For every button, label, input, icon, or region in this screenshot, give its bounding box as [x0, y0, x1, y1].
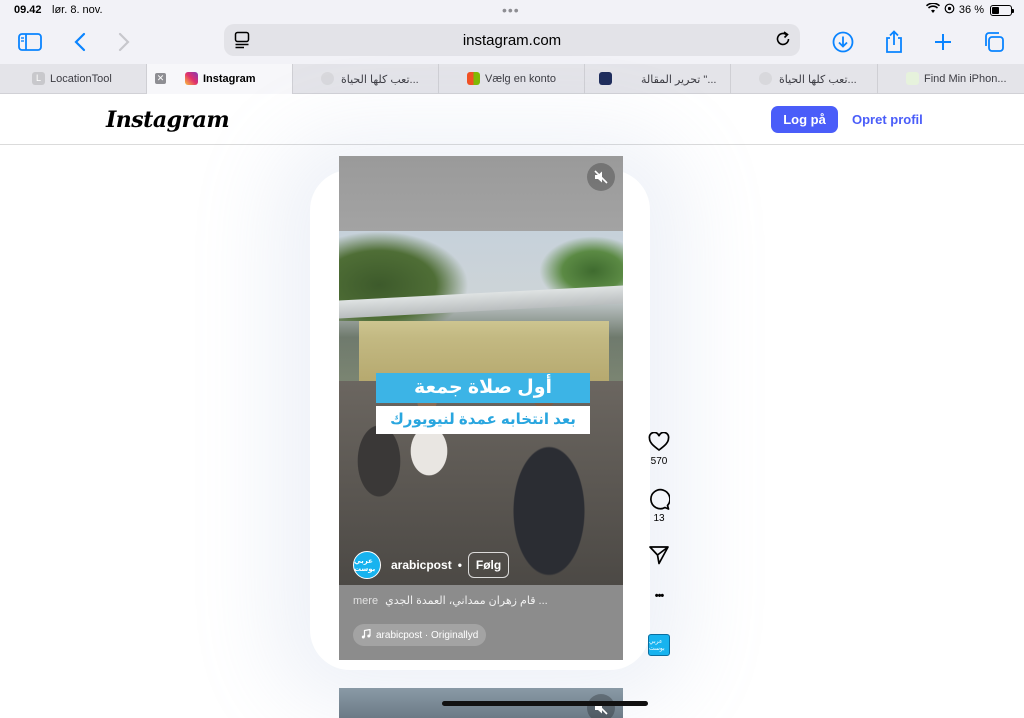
- find-my-favicon: [906, 72, 919, 85]
- audio-pill[interactable]: arabicpost · Originallyd: [353, 624, 487, 646]
- mute-icon[interactable]: [587, 163, 615, 191]
- status-bar: 09.42 lør. 8. nov. ••• 36 %: [0, 0, 1024, 20]
- post-caption[interactable]: mere قام زهران ممداني، العمدة الجدي ...: [353, 594, 613, 607]
- reel-post[interactable]: أول صلاة جمعة لممداني بعد انتخابه عمدة ل…: [339, 156, 623, 660]
- status-right: 36 %: [925, 2, 1014, 17]
- editor-favicon: [599, 72, 612, 85]
- site-favicon: [321, 72, 334, 85]
- author-separator: •: [457, 558, 462, 572]
- post-author: عربي بوست arabicpost • Følg: [353, 551, 510, 579]
- forward-icon[interactable]: [110, 28, 138, 56]
- send-icon[interactable]: [644, 544, 674, 566]
- tab-label: تعب كلها الحياة...: [779, 74, 857, 86]
- comment-icon[interactable]: [644, 488, 674, 510]
- tab-label: تحرير المقالة "...: [641, 74, 717, 86]
- tab-bar: L LocationTool ✕ Instagram تعب كلها الحي…: [0, 64, 1024, 94]
- sidebar-icon[interactable]: [16, 28, 44, 56]
- tab-find-my-iphone[interactable]: Find Min iPhon...: [878, 64, 1024, 94]
- status-time: 09.42: [14, 4, 42, 16]
- instagram-header: Instagram Log på Opret profil: [0, 95, 1024, 145]
- share-icon[interactable]: [880, 28, 908, 56]
- instagram-logo[interactable]: Instagram: [106, 107, 230, 133]
- more-options-icon[interactable]: •••: [644, 590, 674, 602]
- audio-label: arabicpost · Originallyd: [376, 629, 479, 641]
- video-top-band: [339, 156, 623, 231]
- caption-text: قام زهران ممداني، العمدة الجدي ...: [385, 595, 548, 607]
- battery-icon: [990, 4, 1014, 16]
- home-indicator[interactable]: [442, 701, 648, 706]
- site-favicon: [759, 72, 772, 85]
- tab-arabic-2[interactable]: تعب كلها الحياة...: [731, 64, 878, 94]
- tab-microsoft[interactable]: Vælg en konto: [439, 64, 585, 94]
- url-text[interactable]: instagram.com: [224, 32, 800, 49]
- heart-icon[interactable]: [644, 432, 674, 452]
- tab-label: Instagram: [203, 73, 256, 85]
- follow-button[interactable]: Følg: [467, 552, 510, 578]
- new-tab-icon[interactable]: [929, 28, 957, 56]
- instagram-favicon: [185, 72, 198, 85]
- caption-more-link[interactable]: mere: [353, 595, 378, 607]
- like-action[interactable]: 570: [644, 432, 674, 467]
- audio-avatar[interactable]: عربي بوست: [648, 634, 670, 656]
- close-tab-icon[interactable]: ✕: [155, 73, 166, 84]
- tab-label: LocationTool: [50, 73, 112, 85]
- battery-level: [992, 6, 999, 14]
- comment-count: 13: [653, 513, 665, 524]
- audio-avatar-text: عربي بوست: [649, 639, 665, 652]
- wifi-icon: [925, 2, 940, 17]
- microsoft-favicon: [467, 72, 480, 85]
- music-note-icon: [361, 628, 371, 642]
- tab-instagram[interactable]: ✕ Instagram: [147, 64, 293, 94]
- video-caption-line2: بعد انتخابه عمدة لنيويورك: [376, 406, 590, 434]
- back-icon[interactable]: [66, 28, 94, 56]
- share-action[interactable]: [644, 544, 674, 566]
- video-caption-line1: أول صلاة جمعة لممداني: [376, 373, 590, 428]
- tab-label: تعب كلها الحياة...: [341, 74, 419, 86]
- like-count: 570: [650, 456, 668, 467]
- browser-toolbar: instagram.com: [0, 20, 1024, 64]
- tab-label: Find Min iPhon...: [924, 73, 1007, 85]
- tab-label: Vælg en konto: [485, 73, 556, 85]
- tab-arabic-1[interactable]: تعب كلها الحياة...: [293, 64, 439, 94]
- author-username[interactable]: arabicpost: [391, 558, 452, 572]
- login-button[interactable]: Log på: [771, 106, 838, 133]
- downloads-icon[interactable]: [829, 28, 857, 56]
- location-lock-icon: [944, 3, 955, 17]
- battery-percent: 36 %: [958, 4, 984, 16]
- tab-locationtool[interactable]: L LocationTool: [0, 64, 147, 94]
- address-bar[interactable]: instagram.com: [224, 24, 800, 56]
- multitasking-dots-icon[interactable]: •••: [502, 2, 520, 18]
- mute-icon[interactable]: [587, 694, 615, 718]
- status-date: lør. 8. nov.: [52, 4, 103, 16]
- tab-arabic-editor[interactable]: تحرير المقالة "...: [585, 64, 731, 94]
- reload-icon[interactable]: [774, 30, 792, 53]
- tab-overview-icon[interactable]: [980, 28, 1008, 56]
- locationtool-favicon: L: [32, 72, 45, 85]
- signup-link[interactable]: Opret profil: [852, 112, 923, 127]
- comment-action[interactable]: 13: [644, 488, 674, 524]
- avatar[interactable]: عربي بوست: [353, 551, 381, 579]
